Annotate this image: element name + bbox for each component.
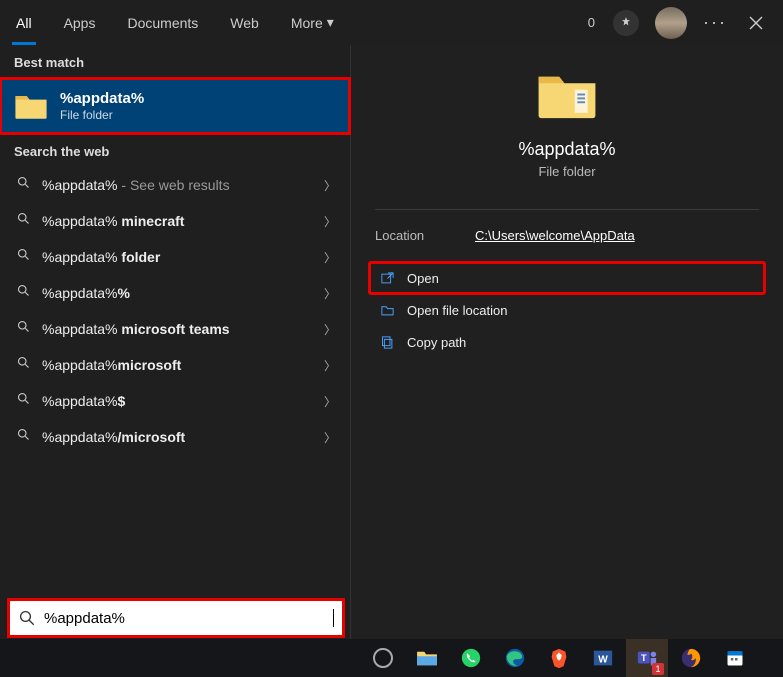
tab-label: Documents [127,15,198,31]
best-match-title: %appdata% [60,90,144,107]
text-caret [333,609,334,627]
search-icon [14,427,32,447]
taskbar-file-explorer[interactable] [406,639,448,677]
search-icon [14,319,32,339]
chevron-right-icon: 〉 [324,177,336,194]
chevron-right-icon: 〉 [324,429,336,446]
chevron-right-icon: 〉 [324,357,336,374]
tab-label: More [291,15,323,31]
search-icon [14,355,32,375]
preview-subtitle: File folder [538,164,595,179]
close-button[interactable] [743,10,769,36]
open-location-icon [379,302,395,318]
web-result-item[interactable]: %appdata%% 〉 [0,275,350,311]
web-result-item[interactable]: %appdata%$ 〉 [0,383,350,419]
web-result-label: %appdata%% [42,285,316,301]
search-input[interactable] [36,610,334,627]
more-options-icon[interactable]: ··· [703,12,727,33]
web-results-list: %appdata% - See web results〉%appdata% mi… [0,167,350,455]
web-result-label: %appdata%microsoft [42,357,316,373]
copy-icon [379,334,395,350]
web-result-item[interactable]: %appdata% - See web results 〉 [0,167,350,203]
preview-title: %appdata% [518,139,615,160]
tab-label: Web [230,15,259,31]
best-match-header: Best match [0,45,350,78]
search-icon [14,211,32,231]
open-icon [379,270,395,286]
chevron-right-icon: 〉 [324,249,336,266]
search-icon [18,609,36,627]
search-web-header: Search the web [0,134,350,167]
action-label: Open [407,271,439,286]
avatar[interactable] [655,7,687,39]
taskbar: W T1 [0,639,783,677]
search-icon [14,175,32,195]
action-open-file-location[interactable]: Open file location [369,294,765,326]
web-result-item[interactable]: %appdata% minecraft 〉 [0,203,350,239]
folder-icon [536,69,598,121]
tab-more[interactable]: More ▾ [275,0,350,45]
location-label: Location [375,228,475,243]
search-icon [14,391,32,411]
rewards-icon[interactable] [613,10,639,36]
web-result-item[interactable]: %appdata% folder 〉 [0,239,350,275]
web-result-item[interactable]: %appdata%microsoft 〉 [0,347,350,383]
action-label: Open file location [407,303,507,318]
actions-list: Open Open file location Copy path [351,262,783,358]
taskbar-brave[interactable] [538,639,580,677]
chevron-right-icon: 〉 [324,285,336,302]
web-result-item[interactable]: %appdata%/microsoft 〉 [0,419,350,455]
taskbar-teams[interactable]: T1 [626,639,668,677]
action-label: Copy path [407,335,466,350]
chevron-right-icon: 〉 [324,213,336,230]
preview-panel: %appdata% File folder Location C:\Users\… [350,45,783,677]
web-result-label: %appdata%/microsoft [42,429,316,445]
chevron-right-icon: 〉 [324,393,336,410]
taskbar-edge[interactable] [494,639,536,677]
web-result-item[interactable]: %appdata% microsoft teams 〉 [0,311,350,347]
action-copy-path[interactable]: Copy path [369,326,765,358]
svg-text:W: W [598,655,608,666]
rewards-count: 0 [588,15,595,30]
tab-label: All [16,15,32,31]
web-result-label: %appdata% minecraft [42,213,316,229]
tab-all[interactable]: All [0,0,48,45]
best-match-subtitle: File folder [60,108,144,122]
badge: 1 [652,663,664,675]
tab-label: Apps [64,15,96,31]
folder-icon [14,91,48,121]
web-result-label: %appdata% folder [42,249,316,265]
taskbar-calendar[interactable] [714,639,756,677]
best-match-item[interactable]: %appdata% File folder [0,78,350,134]
search-bar[interactable] [10,601,342,635]
tab-documents[interactable]: Documents [111,0,214,45]
tab-apps[interactable]: Apps [48,0,112,45]
taskbar-firefox[interactable] [670,639,712,677]
tab-web[interactable]: Web [214,0,275,45]
web-result-label: %appdata%$ [42,393,316,409]
taskbar-cortana[interactable] [362,639,404,677]
results-panel: Best match %appdata% File folder Search … [0,45,350,677]
search-icon [14,283,32,303]
web-result-label: %appdata% microsoft teams [42,321,316,337]
taskbar-whatsapp[interactable] [450,639,492,677]
web-result-label: %appdata% - See web results [42,177,316,193]
best-match-text: %appdata% File folder [60,90,144,122]
tab-bar: All Apps Documents Web More ▾ 0 ··· [0,0,783,45]
taskbar-word[interactable]: W [582,639,624,677]
location-value[interactable]: C:\Users\welcome\AppData [475,228,635,243]
svg-text:T: T [641,653,647,663]
location-row: Location C:\Users\welcome\AppData [351,210,783,261]
chevron-down-icon: ▾ [327,14,334,31]
action-open[interactable]: Open [369,262,765,294]
chevron-right-icon: 〉 [324,321,336,338]
search-icon [14,247,32,267]
